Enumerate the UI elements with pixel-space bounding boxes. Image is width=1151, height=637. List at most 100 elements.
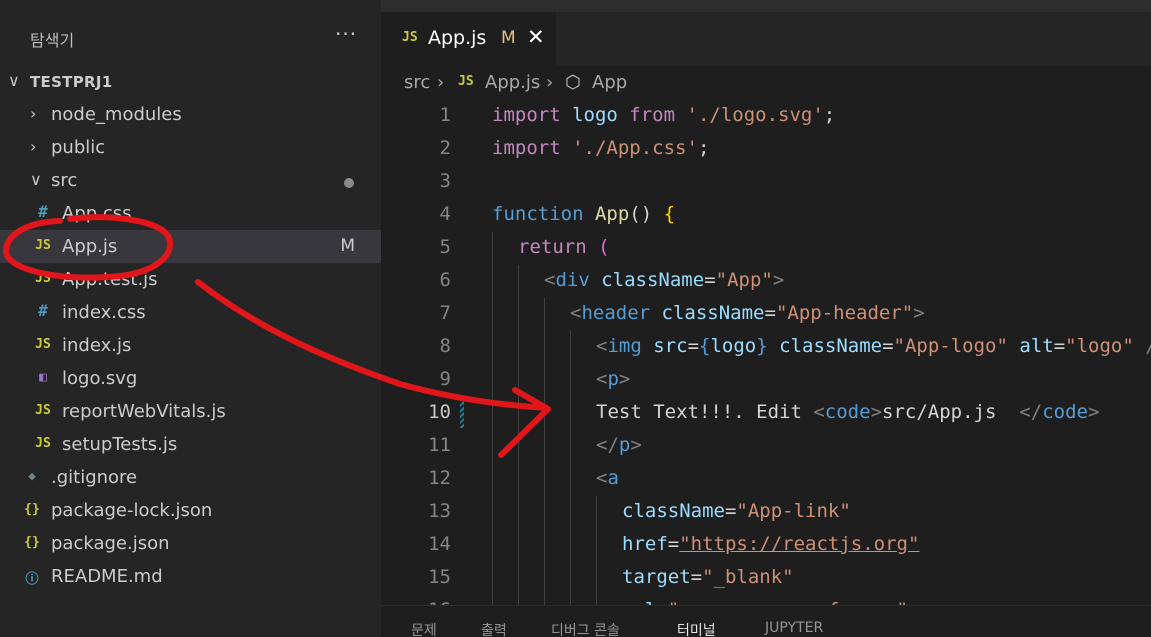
indent-guide xyxy=(544,397,545,430)
line-number: 4 xyxy=(439,203,451,225)
indent-guide xyxy=(570,430,571,463)
line-number: 15 xyxy=(428,566,451,588)
tree-item-label: index.css xyxy=(62,302,146,323)
chevron-right-icon: › xyxy=(30,104,37,123)
code-token: = xyxy=(690,566,703,588)
breadcrumb-symbol[interactable]: App xyxy=(592,72,627,93)
tree-item-label: App.js xyxy=(62,236,118,257)
code-token: Test Text!!!. Edit xyxy=(596,401,814,423)
panel-tab[interactable]: 터미널 xyxy=(677,620,716,637)
file-row[interactable]: {} package.json xyxy=(0,527,381,560)
code-token: "https://reactjs.org" xyxy=(679,533,920,555)
explorer-title: 탐색기 xyxy=(30,31,75,50)
line-number: 7 xyxy=(439,302,451,324)
file-row[interactable]: JS App.test.js xyxy=(0,263,381,296)
code-line: 16rel="noopener noreferrer" xyxy=(381,595,1151,605)
tree-item-label: README.md xyxy=(51,566,163,587)
indent-guide xyxy=(544,364,545,397)
indent-guide xyxy=(492,430,493,463)
code-text: <div className="App"> xyxy=(544,269,784,291)
file-row[interactable]: # App.css xyxy=(0,197,381,230)
line-number: 13 xyxy=(428,500,451,522)
code-text: Test Text!!!. Edit <code>src/App.js </co… xyxy=(596,401,1099,423)
tree-item-label: App.css xyxy=(62,203,132,224)
file-row[interactable]: ◧ logo.svg xyxy=(0,362,381,395)
code-line: 4 function App() { xyxy=(381,199,1151,232)
project-root[interactable]: ∨ TESTPRJ1 xyxy=(0,65,381,98)
file-row[interactable]: ◆ .gitignore xyxy=(0,461,381,494)
code-line: 13 className="App-link" xyxy=(381,496,1151,529)
indent-guide xyxy=(492,364,493,397)
indent-guide xyxy=(492,529,493,562)
tab-app-js[interactable]: JS App.js M ✕ xyxy=(381,12,556,66)
svg-file-icon: ◧ xyxy=(39,370,47,385)
indent-guide xyxy=(518,595,519,605)
code-token: a xyxy=(607,467,619,489)
code-token: < xyxy=(813,401,825,423)
code-token: { xyxy=(699,335,711,357)
code-token: ( xyxy=(598,236,610,258)
tab-modified-badge: M xyxy=(501,28,516,48)
chevron-right-icon: › xyxy=(437,72,445,93)
breadcrumb-file[interactable]: App.js xyxy=(485,72,540,93)
breadcrumb-folder[interactable]: src xyxy=(404,72,430,93)
panel-tab[interactable]: 문제 xyxy=(411,620,437,637)
code-token: > xyxy=(913,302,925,324)
indent-guide xyxy=(570,529,571,562)
file-row[interactable]: JS setupTests.js xyxy=(0,428,381,461)
tab-bar: JS App.js M ✕ xyxy=(381,12,1151,66)
indent-guide xyxy=(570,397,571,430)
indent-guide xyxy=(596,562,597,595)
panel-tab[interactable]: 출력 xyxy=(481,620,507,637)
folder-row[interactable]: › node_modules xyxy=(0,98,381,131)
code-editor[interactable]: 1 import logo from './logo.svg'; 2 import '… xyxy=(381,100,1151,605)
panel-tab[interactable]: JUPYTER xyxy=(765,620,823,636)
indent-guide xyxy=(570,595,571,605)
tree-item-label: package-lock.json xyxy=(51,500,213,521)
css-file-icon: # xyxy=(38,202,48,221)
code-token: "App-link" xyxy=(736,500,851,522)
code-token: < xyxy=(544,269,556,291)
folder-row[interactable]: ∨ src xyxy=(0,164,381,197)
indent-guide xyxy=(544,529,545,562)
indent-guide xyxy=(518,331,519,364)
editor-area: JS App.js M ✕ src › JS App.js › ⬡ App 1 i… xyxy=(381,12,1151,637)
code-token: = xyxy=(724,500,737,522)
more-actions-icon[interactable]: ··· xyxy=(335,22,357,46)
panel-tab[interactable]: 디버그 콘솔 xyxy=(551,620,620,637)
folder-row[interactable]: › public xyxy=(0,131,381,164)
indent-guide xyxy=(544,331,545,364)
code-token: p xyxy=(607,368,619,390)
code-text: import logo from './logo.svg'; xyxy=(492,104,835,126)
indent-guide xyxy=(518,430,519,463)
file-row[interactable]: {} package-lock.json xyxy=(0,494,381,527)
code-text: target="_blank" xyxy=(622,566,794,588)
indent-guide xyxy=(492,298,493,331)
file-row[interactable]: JS App.js M xyxy=(0,230,381,263)
file-row[interactable]: JS reportWebVitals.js xyxy=(0,395,381,428)
code-text: <a xyxy=(596,467,619,489)
code-line: 5 return ( xyxy=(381,232,1151,265)
code-token: p xyxy=(618,434,631,456)
code-token: div xyxy=(555,269,590,291)
tree-item-label: logo.svg xyxy=(62,368,138,389)
indent-guide xyxy=(492,562,493,595)
close-icon[interactable]: ✕ xyxy=(527,25,545,49)
code-token: src/App.js xyxy=(882,401,997,423)
symbol-class-icon: ⬡ xyxy=(565,72,581,93)
line-number: 5 xyxy=(439,236,451,258)
code-token: App xyxy=(594,203,630,225)
file-row[interactable]: # index.css xyxy=(0,296,381,329)
file-row[interactable]: ⓘ README.md xyxy=(0,560,381,593)
file-row[interactable]: JS index.js xyxy=(0,329,381,362)
code-token: < xyxy=(596,368,608,390)
code-token: { xyxy=(663,203,676,225)
indent-guide xyxy=(544,496,545,529)
code-token: = xyxy=(667,533,680,555)
json-file-icon: {} xyxy=(24,535,40,550)
line-number: 9 xyxy=(439,368,451,390)
indent-guide xyxy=(492,463,493,496)
